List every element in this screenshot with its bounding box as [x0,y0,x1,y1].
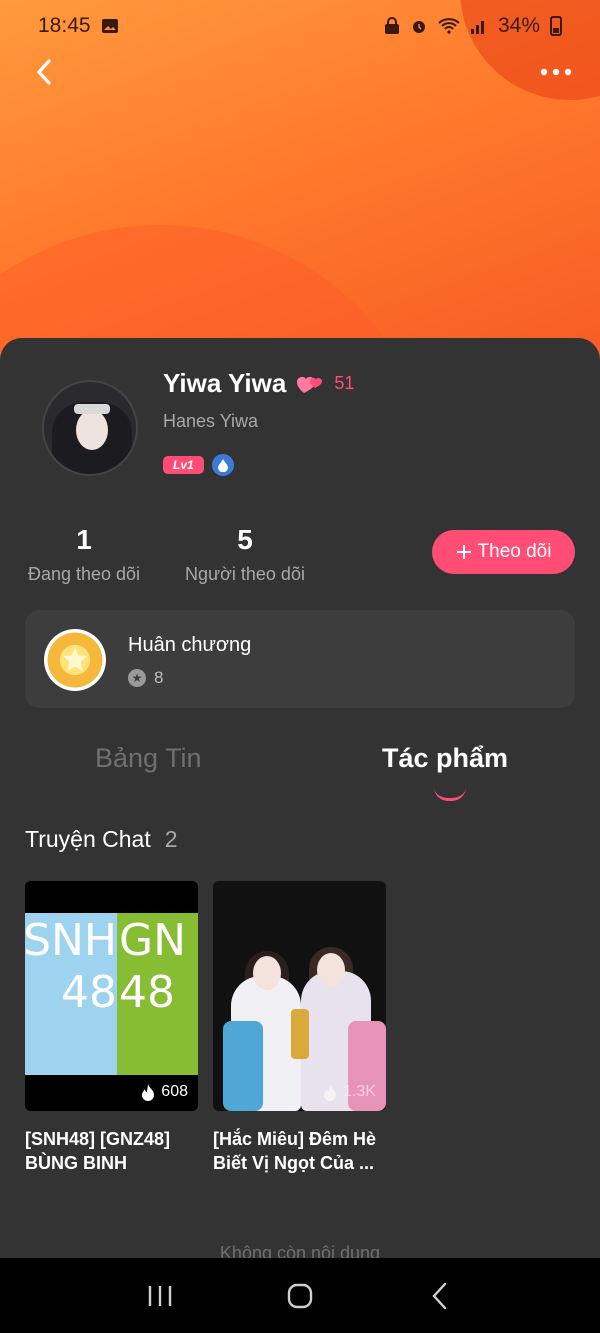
section-count: 2 [164,826,178,852]
tab-works[interactable]: Tác phẩm [382,743,508,774]
profile-tabs: Bảng Tin Tác phẩm [0,743,600,803]
end-of-content-text: Không còn nội dung [219,1243,381,1258]
section-header: Truyện Chat 2 [25,826,178,853]
chevron-left-icon [432,1282,447,1309]
star-icon: ★ [128,669,146,687]
story-title[interactable]: [Hắc Miêu] Đêm Hè Biết Vị Ngọt Của ... [213,1127,386,1175]
active-tab-indicator [434,787,466,801]
story-cover[interactable]: SNH 48 GN 48 608 [25,881,198,1111]
hearts-count: 51 [334,373,355,393]
system-back-button[interactable] [410,1266,470,1326]
story-views: 608 [141,1083,188,1101]
story-card[interactable]: SNH 48 GN 48 608 [SNH48] [GNZ48] BÙNG BI… [25,881,198,1175]
follow-button[interactable]: Theo dõi [432,530,575,574]
battery-text: 34% [497,14,540,37]
fire-icon [324,1084,337,1101]
story-views-count: 1.3K [343,1083,376,1100]
followers-label: Người theo dõi [185,564,305,584]
followers-stat[interactable]: 5 Người theo dõi [181,524,309,585]
system-nav-bar [0,1258,600,1333]
story-cover[interactable]: 1.3K [213,881,386,1111]
cover-text-left: SNH 48 [25,915,117,1018]
recent-apps-icon [148,1285,172,1306]
back-button[interactable] [22,50,66,94]
display-name: Yiwa Yiwa [163,368,287,398]
following-label: Đang theo dõi [27,564,141,584]
medals-title: Huân chương [128,634,252,656]
story-views: 1.3K [323,1083,376,1101]
medal-icon [44,629,106,691]
home-icon [287,1283,313,1308]
top-nav [0,50,600,94]
home-button[interactable] [270,1266,330,1326]
story-views-count: 608 [161,1083,188,1100]
level-badge[interactable]: Lv1 [163,456,204,474]
medals-count-row: ★ 8 [128,668,163,688]
badges: Lv1 [163,454,234,476]
signal-icon [470,21,484,34]
profile-name-row: Yiwa Yiwa 51 [163,368,354,399]
hearts-icon [297,376,323,393]
battery-icon [550,16,562,36]
more-horizontal-icon [540,68,572,76]
medals-card[interactable]: Huân chương ★ 8 [25,610,575,708]
status-bar: 18:45 34% [0,0,600,52]
story-title[interactable]: [SNH48] [GNZ48] BÙNG BINH [25,1127,198,1175]
profile-card: Yiwa Yiwa 51 Hanes Yiwa Lv1 1 Đang theo … [0,338,600,1258]
plus-icon [456,545,471,559]
following-stat[interactable]: 1 Đang theo dõi [25,524,143,585]
username: Hanes Yiwa [163,411,259,431]
following-count: 1 [76,524,92,555]
trophy-icon [291,1009,309,1059]
cover-text-right: GN 48 [119,915,187,1018]
fire-icon [142,1084,155,1101]
lock-icon [384,17,399,34]
water-drop-badge-icon[interactable] [211,454,234,476]
medals-count: 8 [154,668,164,687]
recent-apps-button[interactable] [130,1266,190,1326]
followers-count: 5 [237,524,253,555]
more-options-button[interactable] [534,50,578,94]
image-icon [101,19,118,33]
chevron-left-icon [37,59,51,85]
status-time: 18:45 [38,14,91,37]
section-title: Truyện Chat [25,826,151,852]
alarm-icon [412,21,425,33]
tab-news-feed[interactable]: Bảng Tin [95,743,202,774]
wifi-icon [438,18,460,34]
avatar[interactable] [42,380,138,476]
follow-button-label: Theo dõi [477,541,552,562]
story-card[interactable]: 1.3K [Hắc Miêu] Đêm Hè Biết Vị Ngọt Của … [213,881,386,1175]
